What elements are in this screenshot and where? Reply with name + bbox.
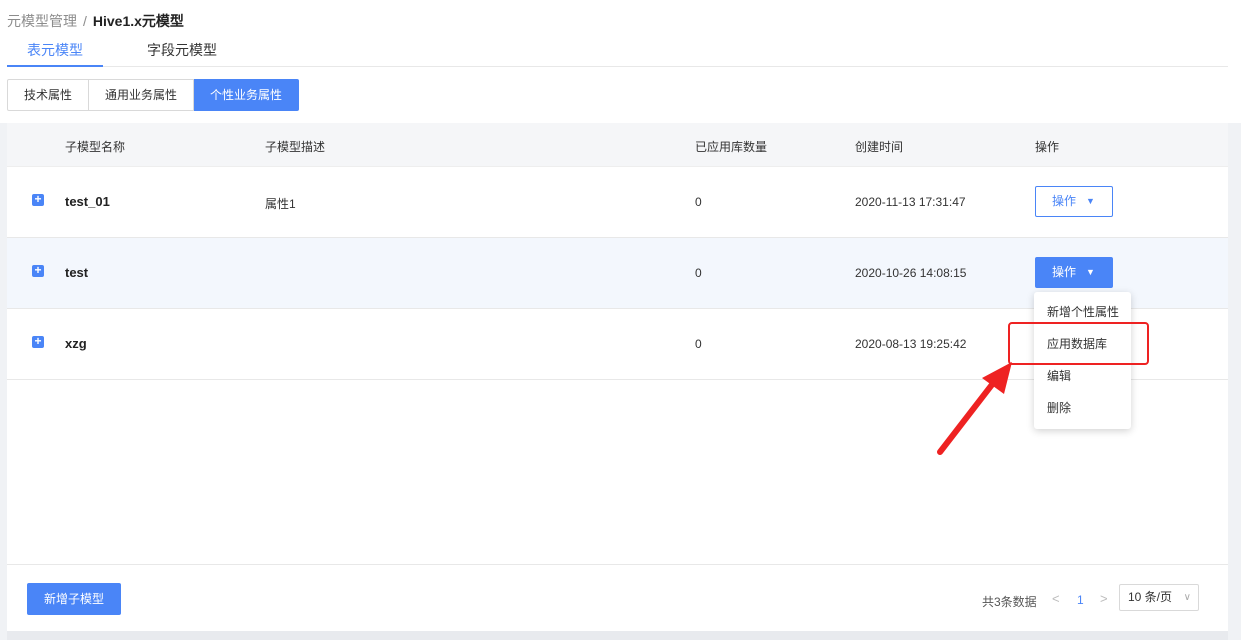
row-count: 0 <box>695 337 702 351</box>
page-size-value: 10 条/页 <box>1128 590 1173 604</box>
row-desc: 属性1 <box>265 197 296 211</box>
menu-item-delete[interactable]: 删除 <box>1034 392 1131 424</box>
breadcrumb-parent[interactable]: 元模型管理 <box>7 13 77 29</box>
page-size-select[interactable]: 10 条/页 ∨ <box>1119 584 1199 611</box>
table-header: 子模型名称 子模型描述 已应用库数量 创建时间 操作 <box>7 123 1228 167</box>
header-created: 创建时间 <box>855 140 904 154</box>
operations-button[interactable]: 操作 ▼ <box>1035 186 1113 217</box>
row-created: 2020-10-26 14:08:15 <box>855 266 967 280</box>
attribute-segments: 技术属性 通用业务属性 个性业务属性 <box>7 79 300 111</box>
row-created: 2020-08-13 19:25:42 <box>855 337 967 351</box>
bottom-strip <box>7 631 1228 640</box>
row-count: 0 <box>695 266 702 280</box>
chevron-right-icon[interactable]: > <box>1100 591 1108 606</box>
row-name: test <box>65 265 89 280</box>
add-submodel-button[interactable]: 新增子模型 <box>27 583 121 615</box>
operations-label: 操作 <box>1052 265 1077 279</box>
header-desc: 子模型描述 <box>265 140 326 154</box>
segment-common-business-attrs[interactable]: 通用业务属性 <box>89 79 195 111</box>
chevron-left-icon[interactable]: < <box>1052 591 1060 606</box>
top-area: 元模型管理 / Hive1.x元模型 表元模型 字段元模型 技术属性 通用业务属性 … <box>0 0 1241 123</box>
operations-button[interactable]: 操作 ▼ <box>1035 257 1113 288</box>
header-count: 已应用库数量 <box>695 140 768 154</box>
page-number[interactable]: 1 <box>1077 593 1084 607</box>
plus-square-icon[interactable]: + <box>32 193 44 206</box>
row-name: xzg <box>65 336 87 351</box>
chevron-down-icon: ∨ <box>1183 592 1191 603</box>
header-name: 子模型名称 <box>65 140 126 154</box>
breadcrumb: 元模型管理 / Hive1.x元模型 <box>7 12 184 30</box>
row-created: 2020-11-13 17:31:47 <box>855 195 966 209</box>
caret-down-icon: ▼ <box>1086 267 1095 277</box>
breadcrumb-current: Hive1.x元模型 <box>92 13 184 29</box>
table-footer: 新增子模型 共3条数据 < 1 > 10 条/页 ∨ <box>7 564 1228 631</box>
total-count: 共3条数据 <box>982 595 1037 609</box>
row-count: 0 <box>695 195 702 209</box>
operations-label: 操作 <box>1052 194 1077 208</box>
tab-table-model[interactable]: 表元模型 <box>7 40 103 67</box>
plus-square-icon[interactable]: + <box>32 264 44 277</box>
segment-custom-business-attrs[interactable]: 个性业务属性 <box>194 79 300 111</box>
caret-down-icon: ▼ <box>1086 196 1095 206</box>
red-arrow-annotation <box>937 362 1012 455</box>
breadcrumb-separator: / <box>83 13 87 29</box>
highlight-box <box>1008 322 1149 365</box>
table-row: + test_01 属性1 0 2020-11-13 17:31:47 操作 ▼ <box>7 167 1228 238</box>
header-ops: 操作 <box>1035 140 1060 154</box>
model-tabs: 表元模型 字段元模型 <box>7 38 1228 67</box>
row-name: test_01 <box>65 194 110 209</box>
plus-square-icon[interactable]: + <box>32 335 44 348</box>
segment-tech-attrs[interactable]: 技术属性 <box>7 79 90 111</box>
tab-field-model[interactable]: 字段元模型 <box>147 40 217 67</box>
